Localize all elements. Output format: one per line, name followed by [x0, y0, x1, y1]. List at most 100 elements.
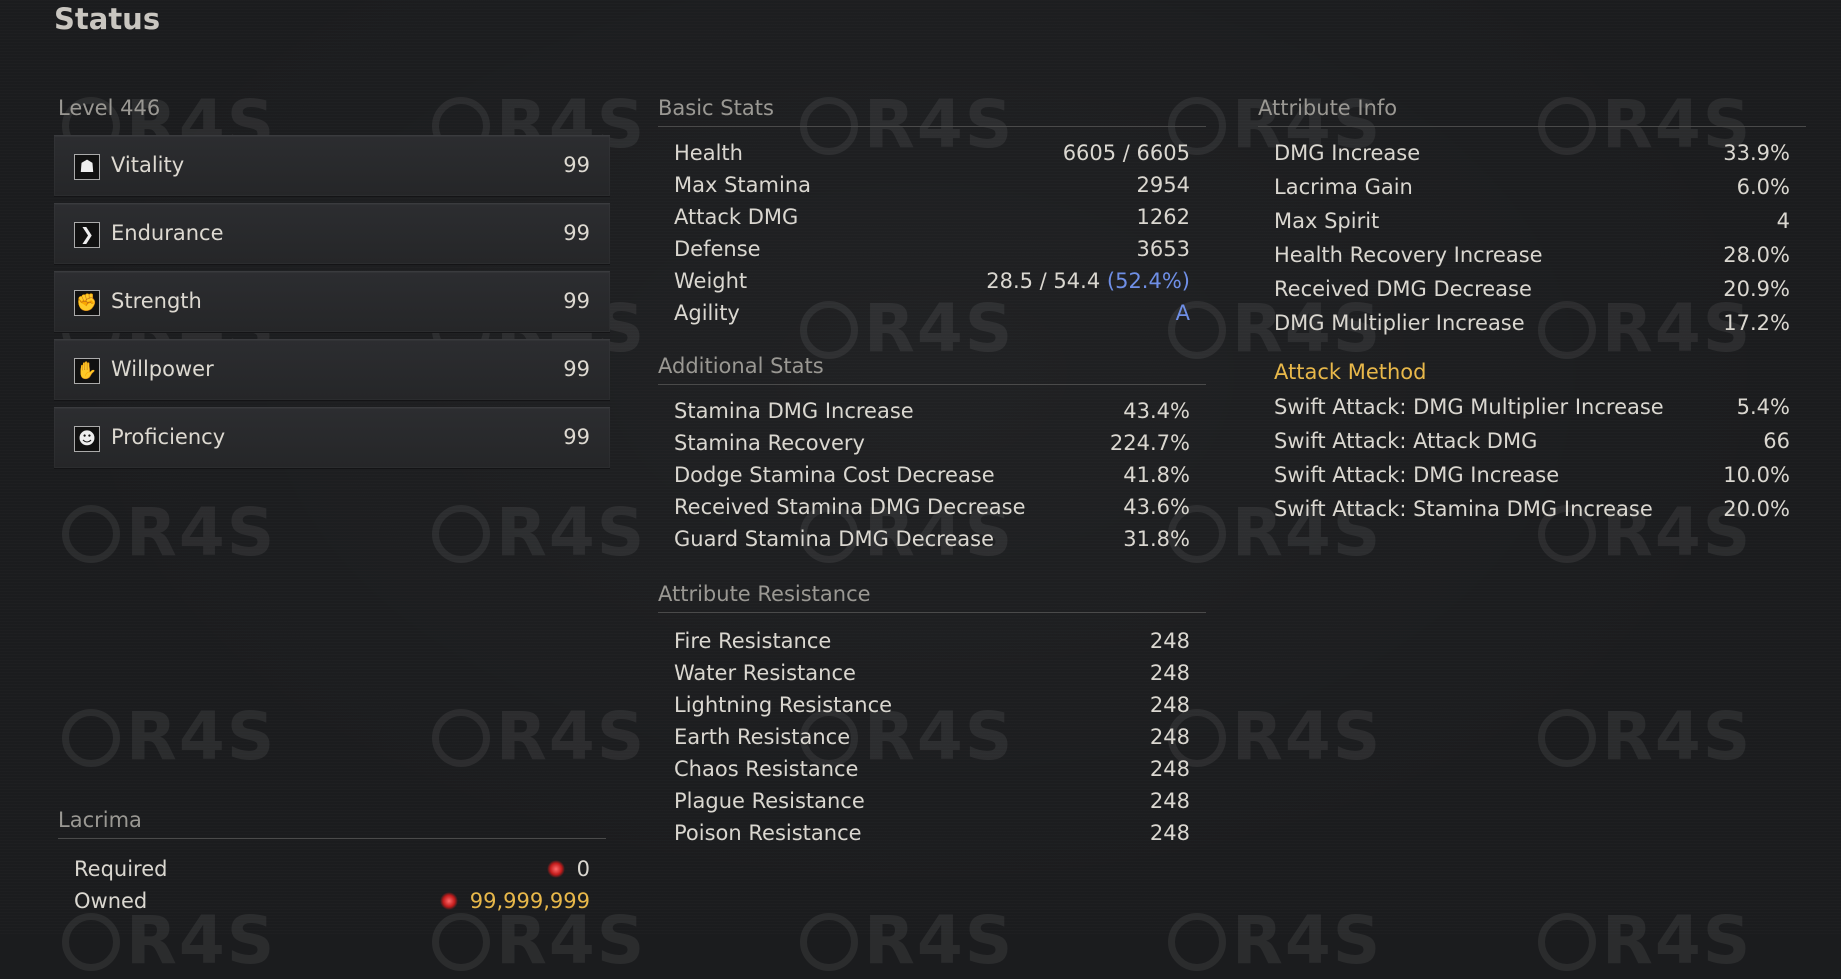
stat-row-agility: Agility A [674, 301, 1190, 325]
info-label: Health Recovery Increase [1274, 243, 1543, 267]
lacrima-gem-icon [439, 892, 458, 910]
attribute-label: Strength [111, 289, 202, 313]
info-row: Received DMG Decrease 20.9% [1274, 277, 1790, 301]
resistance-value: 248 [1149, 661, 1190, 685]
attribute-value: 99 [563, 289, 590, 313]
resistance-label: Chaos Resistance [674, 757, 859, 781]
stat-row-defense: Defense 3653 [674, 237, 1190, 261]
resistance-row: Fire Resistance 248 [674, 629, 1190, 653]
attribute-strength[interactable]: ✊ Strength 99 [54, 271, 610, 333]
attribute-willpower[interactable]: ✋ Willpower 99 [54, 339, 610, 401]
attack-row: Swift Attack: Attack DMG 66 [1274, 429, 1790, 453]
resistance-value: 248 [1149, 757, 1190, 781]
info-label: Received DMG Decrease [1274, 277, 1532, 301]
attack-label: Swift Attack: DMG Multiplier Increase [1274, 395, 1664, 419]
stat-value: 43.6% [1123, 495, 1190, 519]
stat-label: Attack DMG [674, 205, 799, 229]
lacrima-heading: Lacrima [58, 808, 606, 839]
attack-label: Swift Attack: Stamina DMG Increase [1274, 497, 1653, 521]
resistance-label: Fire Resistance [674, 629, 832, 653]
attack-value: 66 [1763, 429, 1790, 453]
stat-label: Health [674, 141, 743, 165]
lacrima-owned-row: Owned 99,999,999 [74, 889, 590, 913]
attribute-value: 99 [563, 357, 590, 381]
stat-label: Agility [674, 301, 740, 325]
lacrima-gem-icon [546, 860, 565, 878]
lacrima-owned-value: 99,999,999 [469, 889, 590, 913]
stat-row: Stamina DMG Increase 43.4% [674, 399, 1190, 423]
info-value: 6.0% [1736, 175, 1790, 199]
stat-label: Stamina DMG Increase [674, 399, 914, 423]
lacrima-required-value: 0 [576, 857, 590, 881]
attack-method-heading: Attack Method [1274, 360, 1790, 384]
stat-row: Received Stamina DMG Decrease 43.6% [674, 495, 1190, 519]
stat-label: Defense [674, 237, 761, 261]
attribute-label: Proficiency [111, 425, 226, 449]
resistance-value: 248 [1149, 693, 1190, 717]
resistance-row: Water Resistance 248 [674, 661, 1190, 685]
endurance-icon: ❯ [74, 222, 100, 248]
info-row: DMG Increase 33.9% [1274, 141, 1790, 165]
stat-value: 28.5 / 54.4 [986, 269, 1101, 293]
attack-value: 5.4% [1736, 395, 1790, 419]
info-row: Health Recovery Increase 28.0% [1274, 243, 1790, 267]
attack-row: Swift Attack: DMG Increase 10.0% [1274, 463, 1790, 487]
resistance-value: 248 [1149, 629, 1190, 653]
resistance-value: 248 [1149, 821, 1190, 845]
resistance-label: Plague Resistance [674, 789, 865, 813]
attribute-info-heading: Attribute Info [1258, 96, 1806, 127]
resistance-row: Plague Resistance 248 [674, 789, 1190, 813]
stat-value: 31.8% [1123, 527, 1190, 551]
attribute-resistance-heading: Attribute Resistance [658, 582, 1206, 613]
lacrima-owned-label: Owned [74, 889, 148, 913]
attribute-value: 99 [563, 221, 590, 245]
resistance-value: 248 [1149, 725, 1190, 749]
stat-label: Guard Stamina DMG Decrease [674, 527, 994, 551]
weight-percent: (52.4%) [1106, 269, 1190, 293]
attribute-endurance[interactable]: ❯ Endurance 99 [54, 203, 610, 265]
resistance-value: 248 [1149, 789, 1190, 813]
info-row: DMG Multiplier Increase 17.2% [1274, 311, 1790, 335]
stat-value: 43.4% [1123, 399, 1190, 423]
stat-label: Received Stamina DMG Decrease [674, 495, 1026, 519]
info-row: Lacrima Gain 6.0% [1274, 175, 1790, 199]
attribute-vitality[interactable]: ☗ Vitality 99 [54, 135, 610, 197]
stat-label: Max Stamina [674, 173, 811, 197]
info-value: 33.9% [1723, 141, 1790, 165]
stat-value: 1262 [1136, 205, 1190, 229]
attack-row: Swift Attack: Stamina DMG Increase 20.0% [1274, 497, 1790, 521]
stat-value: 41.8% [1123, 463, 1190, 487]
stat-row-health: Health 6605 / 6605 [674, 141, 1190, 165]
stat-row: Guard Stamina DMG Decrease 31.8% [674, 527, 1190, 551]
additional-stats-heading: Additional Stats [658, 354, 1206, 385]
info-label: DMG Increase [1274, 141, 1421, 165]
stat-value: 2954 [1136, 173, 1190, 197]
attribute-proficiency[interactable]: ☻ Proficiency 99 [54, 407, 610, 469]
stat-value: 6605 / 6605 [1062, 141, 1190, 165]
attack-label: Swift Attack: Attack DMG [1274, 429, 1538, 453]
info-value: 28.0% [1723, 243, 1790, 267]
resistance-label: Lightning Resistance [674, 693, 893, 717]
info-label: Lacrima Gain [1274, 175, 1413, 199]
stat-value: 224.7% [1109, 431, 1190, 455]
attribute-label: Vitality [111, 153, 185, 177]
resistance-label: Earth Resistance [674, 725, 851, 749]
info-label: Max Spirit [1274, 209, 1380, 233]
attack-value: 10.0% [1723, 463, 1790, 487]
stat-value: A [1175, 301, 1190, 325]
attack-value: 20.0% [1723, 497, 1790, 521]
proficiency-icon: ☻ [74, 426, 100, 452]
resistance-label: Poison Resistance [674, 821, 862, 845]
info-value: 4 [1776, 209, 1790, 233]
attack-label: Swift Attack: DMG Increase [1274, 463, 1560, 487]
basic-stats-heading: Basic Stats [658, 96, 1206, 127]
page-title: Status [54, 2, 161, 36]
resistance-row: Chaos Resistance 248 [674, 757, 1190, 781]
willpower-icon: ✋ [74, 358, 100, 384]
stat-row: Dodge Stamina Cost Decrease 41.8% [674, 463, 1190, 487]
stat-row: Stamina Recovery 224.7% [674, 431, 1190, 455]
resistance-row: Lightning Resistance 248 [674, 693, 1190, 717]
info-label: DMG Multiplier Increase [1274, 311, 1525, 335]
attack-method-title: Attack Method [1274, 360, 1427, 384]
info-value: 17.2% [1723, 311, 1790, 335]
